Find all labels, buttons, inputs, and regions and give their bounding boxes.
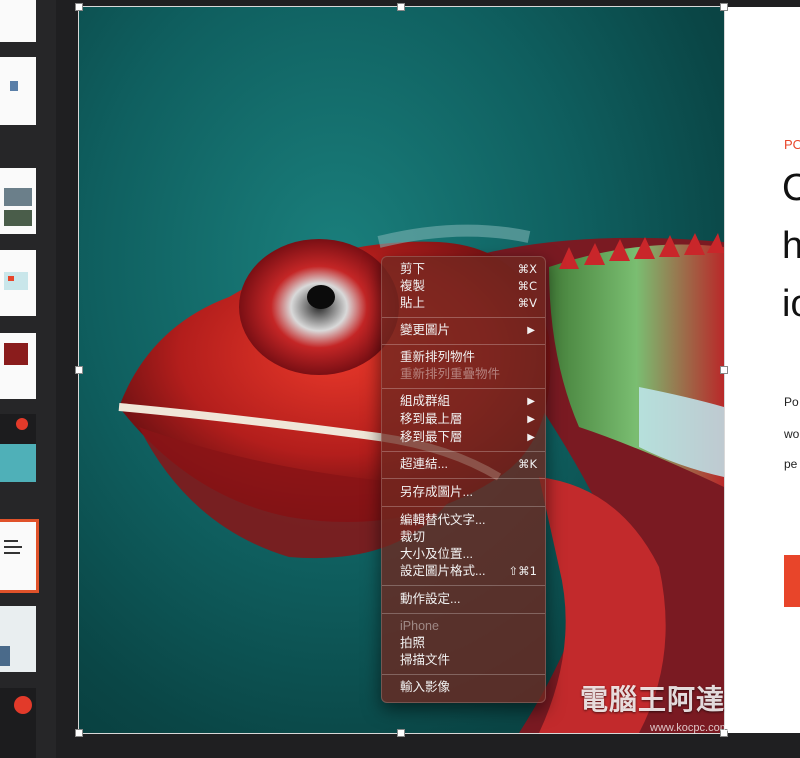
menu-item-label: 拍照 xyxy=(400,636,426,650)
resize-handle[interactable] xyxy=(720,366,728,374)
menu-item-label: 變更圖片 xyxy=(400,323,451,337)
menu-separator xyxy=(382,674,545,675)
resize-handle[interactable] xyxy=(75,366,83,374)
submenu-arrow-icon: ▶ xyxy=(527,396,535,407)
menu-item-label: 設定圖片格式... xyxy=(400,564,486,578)
menu-item-label: 大小及位置... xyxy=(400,547,473,561)
menu-item-reorder-objects[interactable]: 重新排列物件 xyxy=(382,349,545,366)
menu-item-label: 移到最上層 xyxy=(400,412,463,426)
menu-separator xyxy=(382,478,545,479)
slide-button-shape xyxy=(784,555,800,607)
menu-separator xyxy=(382,506,545,507)
menu-item-shortcut: ⌘C xyxy=(517,279,537,293)
menu-item-action-settings[interactable]: 動作設定... xyxy=(382,591,545,608)
menu-item-label: 裁切 xyxy=(400,530,426,544)
slide-body-line: pe xyxy=(784,457,798,471)
slide-thumbnail[interactable] xyxy=(0,688,36,758)
menu-item-format-picture[interactable]: 設定圖片格式... ⇧⌘1 xyxy=(382,563,545,580)
menu-separator xyxy=(382,613,545,614)
menu-item-save-as-picture[interactable]: 另存成圖片... xyxy=(382,484,545,501)
menu-item-label: iPhone xyxy=(400,619,439,633)
slide-thumbnail-panel xyxy=(0,0,56,758)
menu-item-send-to-back[interactable]: 移到最下層 ▶ xyxy=(382,429,545,446)
menu-item-label: 重新排列物件 xyxy=(400,350,476,364)
slide-thumbnail-selected[interactable] xyxy=(0,519,39,593)
menu-item-shortcut: ⇧⌘1 xyxy=(508,564,537,578)
slide-heading-line: C xyxy=(782,167,800,209)
menu-item-crop[interactable]: 裁切 xyxy=(382,529,545,546)
menu-item-label: 另存成圖片... xyxy=(400,485,473,499)
menu-item-label: 貼上 xyxy=(400,296,426,310)
menu-item-label: 組成群組 xyxy=(400,394,451,408)
submenu-arrow-icon: ▶ xyxy=(527,414,535,425)
menu-item-scan-document[interactable]: 掃描文件 xyxy=(382,652,545,669)
slide-body-line: Po xyxy=(784,395,799,409)
submenu-arrow-icon: ▶ xyxy=(527,432,535,443)
menu-item-label: 輸入影像 xyxy=(400,680,451,694)
menu-item-label: 掃描文件 xyxy=(400,653,451,667)
menu-item-label: 編輯替代文字... xyxy=(400,513,486,527)
menu-separator xyxy=(382,451,545,452)
slide-thumbnail[interactable] xyxy=(0,57,36,125)
slide-thumbnail[interactable] xyxy=(0,414,36,482)
menu-item-shortcut: ⌘V xyxy=(517,296,537,310)
slide-thumbnail[interactable] xyxy=(0,250,36,316)
menu-item-cut[interactable]: 剪下 ⌘X xyxy=(382,261,545,278)
resize-handle[interactable] xyxy=(75,729,83,737)
slide-heading-line: h xyxy=(782,225,800,267)
resize-handle[interactable] xyxy=(397,3,405,11)
slide-body-line: wo xyxy=(784,427,800,441)
menu-item-group[interactable]: 組成群組 ▶ xyxy=(382,393,545,410)
context-menu: 剪下 ⌘X 複製 ⌘C 貼上 ⌘V 變更圖片 ▶ 重新排列物件 重新排列重疊物件… xyxy=(381,256,546,703)
menu-item-shortcut: ⌘X xyxy=(517,262,537,276)
slide-thumbnail[interactable] xyxy=(0,0,36,42)
menu-section-iphone: iPhone xyxy=(382,618,545,635)
slide-thumbnail[interactable] xyxy=(0,168,36,234)
slide-thumbnail[interactable] xyxy=(0,333,36,399)
menu-item-change-picture[interactable]: 變更圖片 ▶ xyxy=(382,322,545,339)
menu-item-label: 移到最下層 xyxy=(400,430,463,444)
watermark-logo: 電腦王阿達 xyxy=(580,684,726,715)
menu-item-label: 重新排列重疊物件 xyxy=(400,367,501,381)
slide-thumbnail[interactable] xyxy=(0,606,36,672)
menu-item-label: 動作設定... xyxy=(400,592,461,606)
menu-item-label: 剪下 xyxy=(400,262,426,276)
menu-separator xyxy=(382,388,545,389)
menu-item-reorder-overlapping: 重新排列重疊物件 xyxy=(382,366,545,383)
resize-handle[interactable] xyxy=(397,729,405,737)
menu-separator xyxy=(382,585,545,586)
menu-item-copy[interactable]: 複製 ⌘C xyxy=(382,278,545,295)
slide-text-panel: PO C h io Po wo pe xyxy=(724,7,800,733)
slide-heading-line: io xyxy=(782,283,800,325)
menu-item-label: 超連結... xyxy=(400,457,448,471)
menu-item-edit-alt-text[interactable]: 編輯替代文字... xyxy=(382,512,545,529)
menu-item-size-position[interactable]: 大小及位置... xyxy=(382,546,545,563)
slide-tag: PO xyxy=(784,137,800,152)
menu-item-import-image[interactable]: 輸入影像 xyxy=(382,679,545,696)
menu-item-bring-to-front[interactable]: 移到最上層 ▶ xyxy=(382,411,545,428)
menu-item-hyperlink[interactable]: 超連結... ⌘K xyxy=(382,456,545,473)
menu-item-take-photo[interactable]: 拍照 xyxy=(382,635,545,652)
menu-item-shortcut: ⌘K xyxy=(517,457,537,471)
watermark-url: www.kocpc.com.tw xyxy=(650,722,743,734)
resize-handle[interactable] xyxy=(75,3,83,11)
menu-item-paste[interactable]: 貼上 ⌘V xyxy=(382,295,545,312)
menu-separator xyxy=(382,344,545,345)
menu-separator xyxy=(382,317,545,318)
submenu-arrow-icon: ▶ xyxy=(527,325,535,336)
resize-handle[interactable] xyxy=(720,3,728,11)
menu-item-label: 複製 xyxy=(400,279,426,293)
